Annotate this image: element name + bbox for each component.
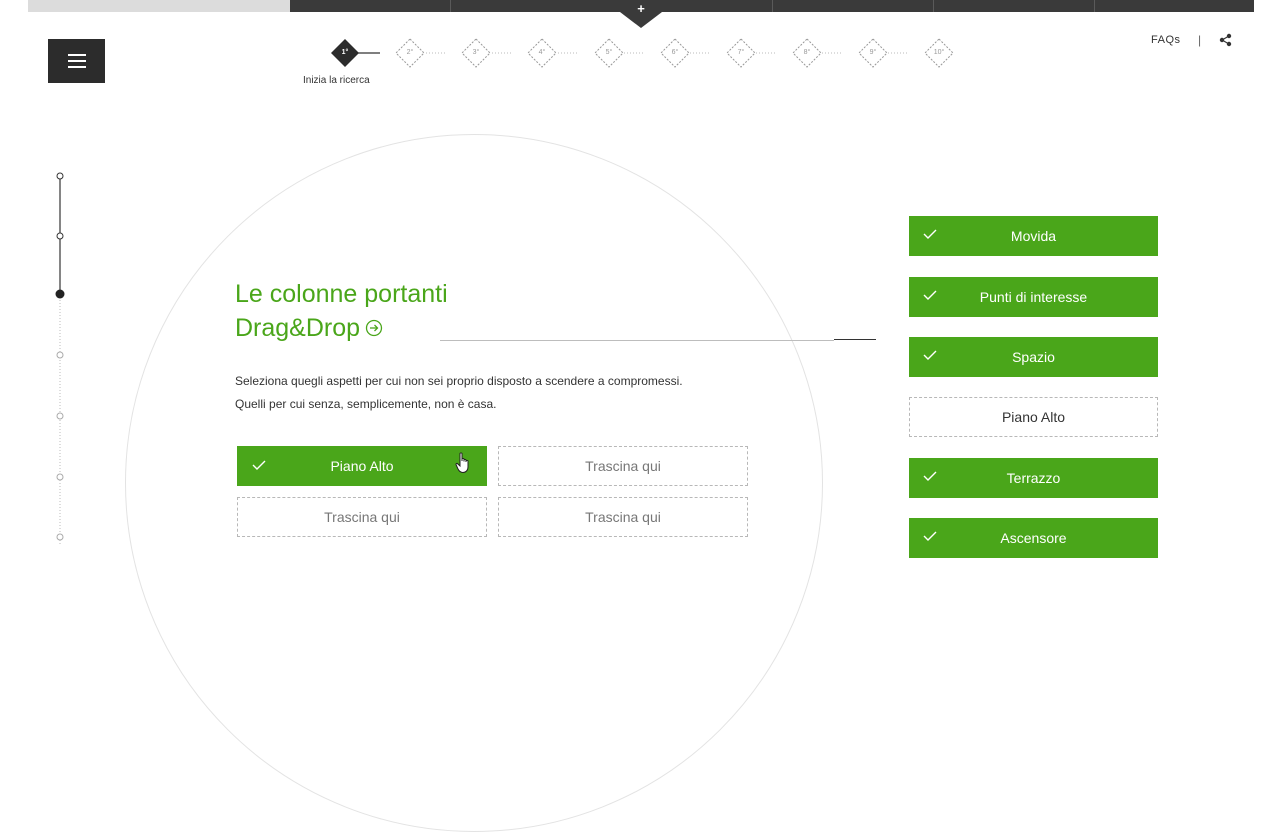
option-punti-di-interesse[interactable]: Punti di interesse: [909, 277, 1158, 317]
page-subtitle: Drag&Drop: [235, 313, 383, 343]
hand-pointer-icon: [455, 452, 473, 474]
step-4[interactable]: 4°: [529, 49, 555, 57]
strip-divider: [450, 0, 451, 12]
check-icon: [923, 290, 937, 300]
check-icon: [923, 229, 937, 239]
current-step-caption: Inizia la ricerca: [303, 75, 370, 86]
option-label: Punti di interesse: [979, 289, 1088, 305]
circle-arrow-right-icon: [365, 314, 383, 337]
step-8[interactable]: 8°: [794, 49, 820, 57]
check-icon: [923, 350, 937, 360]
strip-gray-segment: [28, 0, 290, 12]
option-label: Terrazzo: [1006, 470, 1061, 486]
title-underline-accent: [834, 339, 876, 340]
page-title: Le colonne portanti: [235, 280, 448, 308]
menu-button[interactable]: [48, 39, 105, 83]
hamburger-icon: [68, 60, 86, 62]
step-2[interactable]: 2°: [397, 49, 423, 57]
drop-slot-4[interactable]: Trascina qui: [498, 497, 748, 537]
step-5[interactable]: 5°: [596, 49, 622, 57]
option-label: Spazio: [1012, 349, 1055, 365]
step-progress: 1° 2° 3° 4° 5° 6° 7° 8° 9° 10°: [322, 36, 962, 72]
option-terrazzo[interactable]: Terrazzo: [909, 458, 1158, 498]
option-spazio[interactable]: Spazio: [909, 337, 1158, 377]
option-piano-alto[interactable]: Piano Alto: [909, 397, 1158, 437]
step-7[interactable]: 7°: [728, 49, 754, 57]
check-icon: [923, 471, 937, 481]
plus-icon: +: [637, 1, 645, 16]
drop-slot-3[interactable]: Trascina qui: [237, 497, 487, 537]
option-movida[interactable]: Movida: [909, 216, 1158, 256]
hamburger-icon: [68, 66, 86, 68]
faqs-link[interactable]: FAQs: [1151, 34, 1181, 46]
vertical-progress: [52, 170, 68, 544]
title-underline: [440, 340, 834, 341]
hamburger-icon: [68, 54, 86, 56]
expand-tab-button[interactable]: +: [620, 0, 662, 28]
strip-divider: [772, 0, 773, 12]
description-line: Quelli per cui senza, semplicemente, non…: [235, 397, 497, 411]
drop-slot-1[interactable]: Piano Alto: [237, 446, 487, 486]
step-10[interactable]: 10°: [926, 49, 952, 57]
header-separator: |: [1198, 33, 1202, 47]
option-label: Movida: [1010, 228, 1057, 244]
check-icon: [252, 460, 266, 470]
strip-divider: [933, 0, 934, 12]
drop-slot-label: Piano Alto: [330, 458, 394, 474]
strip-divider: [1094, 0, 1095, 12]
option-ascensore[interactable]: Ascensore: [909, 518, 1158, 558]
drop-slot-2[interactable]: Trascina qui: [498, 446, 748, 486]
description-line: Seleziona quegli aspetti per cui non sei…: [235, 374, 683, 388]
description: Seleziona quegli aspetti per cui non sei…: [235, 370, 683, 416]
share-icon[interactable]: [1219, 33, 1233, 47]
step-6[interactable]: 6°: [662, 49, 688, 57]
step-9[interactable]: 9°: [860, 49, 886, 57]
check-icon: [923, 531, 937, 541]
step-1[interactable]: 1°: [332, 49, 358, 57]
subtitle-text: Drag&Drop: [235, 314, 361, 342]
step-3[interactable]: 3°: [463, 49, 489, 57]
